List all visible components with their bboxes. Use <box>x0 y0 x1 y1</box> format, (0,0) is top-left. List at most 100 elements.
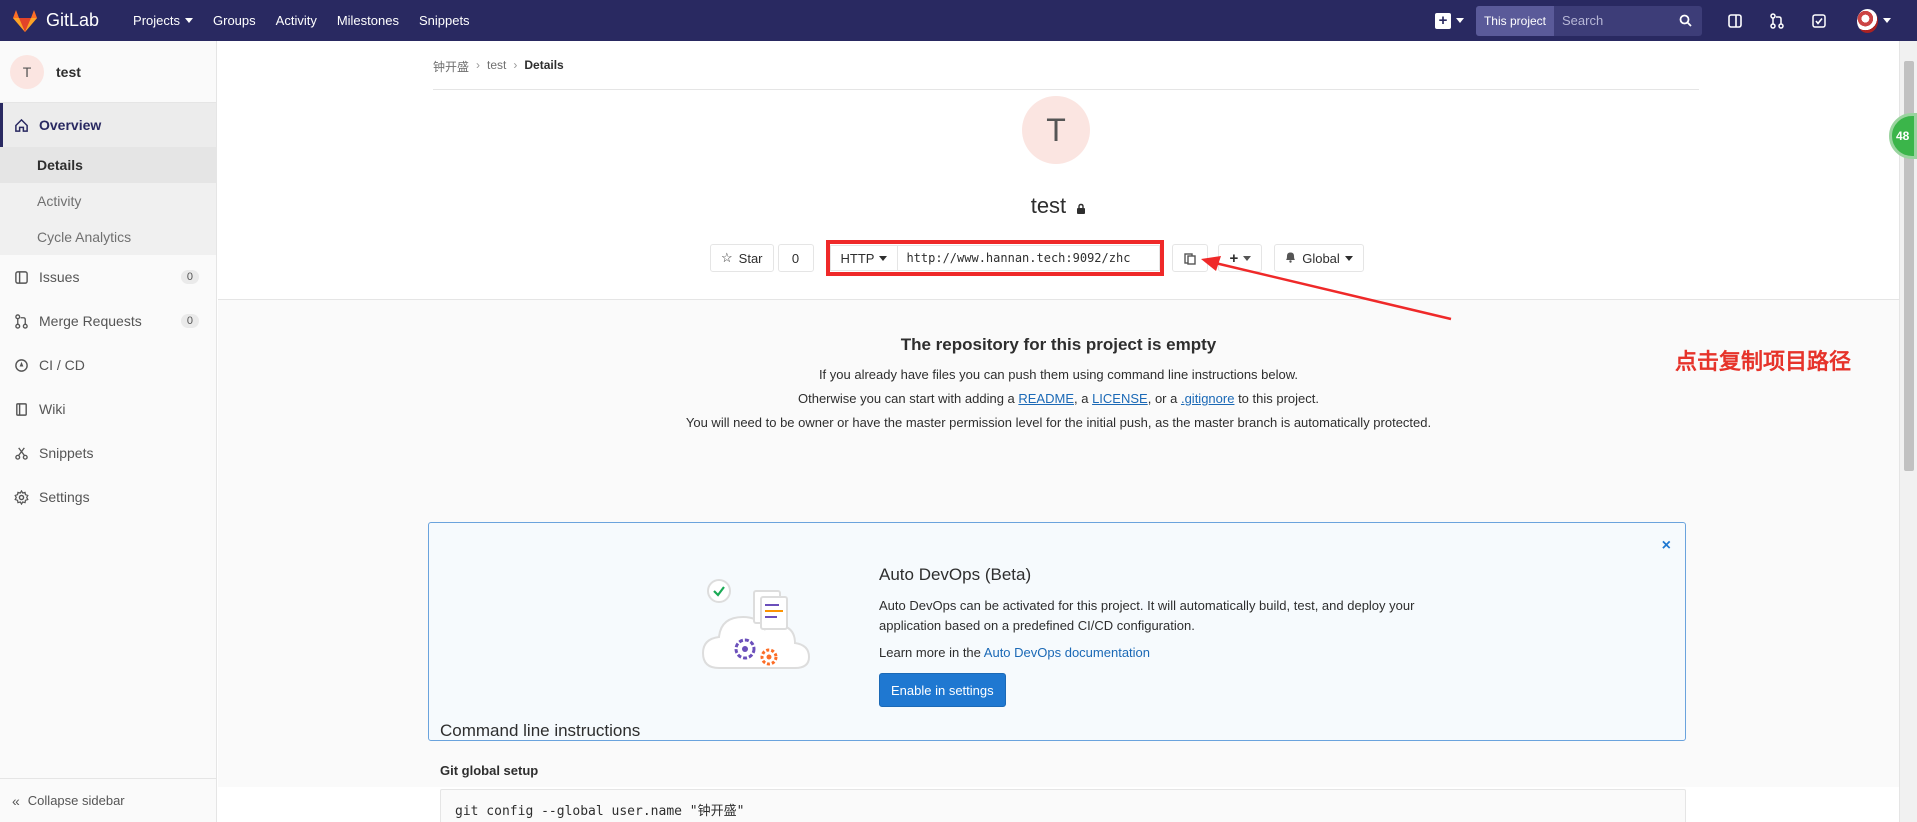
sidebar-subitem-cycle-analytics[interactable]: Cycle Analytics <box>0 219 216 255</box>
cli-code-block[interactable]: git config --global user.name "钟开盛" <box>440 789 1686 822</box>
sidebar-item-cicd[interactable]: CI / CD <box>0 343 216 387</box>
project-sidebar: T test Overview Details Activity Cycle A… <box>0 41 217 822</box>
gear-icon <box>12 488 30 506</box>
sidebar-project-header[interactable]: T test <box>0 41 216 103</box>
double-chevron-left-icon: « <box>12 792 20 809</box>
chevron-down-icon <box>1243 255 1252 261</box>
annotation-label: 点击复制项目路径 <box>1675 350 1852 375</box>
learn-more-text: Learn more in the <box>879 645 984 660</box>
empty-repo-line-1: If you already have files you can push t… <box>818 367 1299 382</box>
sidebar-item-merge-requests[interactable]: Merge Requests 0 <box>0 299 216 343</box>
project-title: test <box>218 193 1899 220</box>
chevron-down-icon <box>1455 18 1464 23</box>
sidebar-item-overview[interactable]: Overview <box>0 103 216 147</box>
git-global-setup-heading: Git global setup <box>440 763 539 778</box>
breadcrumb-item-namespace[interactable]: 钟开盛 <box>433 58 469 75</box>
project-actions: ☆ Star 0 HTTP http://www.hannan.tech:909… <box>710 240 1364 276</box>
home-icon <box>12 116 30 134</box>
chevron-right-icon: › <box>476 58 481 72</box>
bell-icon <box>1285 251 1296 266</box>
project-name: test <box>1030 193 1067 218</box>
enable-in-settings-button[interactable]: Enable in settings <box>879 673 1006 707</box>
sidebar-item-snippets[interactable]: Snippets <box>0 431 216 475</box>
merge-request-icon[interactable] <box>1767 11 1787 31</box>
collapse-sidebar-label: Collapse sidebar <box>27 793 125 808</box>
notification-dropdown[interactable]: Global <box>1274 244 1364 272</box>
empty-repo-text: Otherwise you can start with adding a <box>797 391 1019 406</box>
user-menu[interactable] <box>1851 8 1891 33</box>
sidebar-subitem-activity[interactable]: Activity <box>0 183 216 219</box>
merge-requests-count-badge: 0 <box>180 314 199 328</box>
rocket-icon <box>12 356 30 374</box>
sidebar-item-label: Overview <box>39 117 102 133</box>
empty-repo-text: , a <box>1074 391 1093 406</box>
chevron-down-icon <box>879 255 888 261</box>
plus-icon: + <box>1434 12 1451 29</box>
auto-devops-docs-link[interactable]: Auto DevOps documentation <box>984 645 1150 660</box>
gitignore-link[interactable]: .gitignore <box>1181 391 1234 406</box>
auto-devops-title: Auto DevOps (Beta) <box>879 565 1032 584</box>
empty-repo-line-2: Otherwise you can start with adding a RE… <box>218 391 1899 406</box>
search-scope-badge[interactable]: This project <box>1475 5 1554 36</box>
collapse-sidebar-button[interactable]: « Collapse sidebar <box>0 778 216 822</box>
sidebar-item-settings[interactable]: Settings <box>0 475 216 519</box>
sidebar-item-label: Issues <box>39 269 80 285</box>
sidebar-subitem-details[interactable]: Details <box>0 147 216 183</box>
chevron-right-icon: › <box>513 58 518 72</box>
sidebar-project-name: test <box>56 63 81 80</box>
devops-cloud-illustration <box>701 579 811 669</box>
empty-repo-title: The repository for this project is empty <box>900 335 1217 354</box>
empty-repo-line-3: You will need to be owner or have the ma… <box>685 415 1432 430</box>
license-link[interactable]: LICENSE <box>1092 391 1148 406</box>
nav-groups[interactable]: Groups <box>213 13 256 28</box>
clipboard-icon <box>1184 252 1197 265</box>
merge-request-icon <box>12 312 30 330</box>
lock-icon <box>1076 194 1086 220</box>
brand-name: GitLab <box>46 10 100 30</box>
sidebar-item-wiki[interactable]: Wiki <box>0 387 216 431</box>
nav-activity[interactable]: Activity <box>276 13 317 28</box>
issues-count-badge: 0 <box>180 270 199 284</box>
auto-devops-banner: × Auto DevOps (Beta) Auto DevOps can be … <box>428 522 1686 741</box>
top-navbar: GitLab Projects Groups Activity Mileston… <box>0 0 1917 41</box>
copy-url-button[interactable] <box>1172 244 1209 272</box>
breadcrumb-current[interactable]: Details <box>524 58 563 72</box>
search-input[interactable] <box>1554 5 1674 36</box>
nav-milestones[interactable]: Milestones <box>337 13 399 28</box>
project-hero-avatar: T <box>1022 96 1090 164</box>
gitlab-tanuki-icon <box>13 9 37 32</box>
sidebar-item-label: Snippets <box>39 445 94 461</box>
protocol-label: HTTP <box>840 250 875 266</box>
empty-repo-text: to this project. <box>1234 391 1319 406</box>
sidebar-item-issues[interactable]: Issues 0 <box>0 255 216 299</box>
star-count[interactable]: 0 <box>777 244 814 272</box>
chevron-down-icon <box>1883 18 1891 23</box>
nav-snippets[interactable]: Snippets <box>419 13 470 28</box>
overview-submenu: Details Activity Cycle Analytics <box>0 147 216 255</box>
plus-icon: + <box>1229 249 1239 267</box>
sidebar-toggle-icon[interactable] <box>1725 11 1745 31</box>
todo-check-icon[interactable] <box>1809 11 1829 31</box>
sidebar-item-label: Merge Requests <box>39 313 142 329</box>
notification-label: Global <box>1302 250 1340 266</box>
readme-link[interactable]: README <box>1018 391 1074 406</box>
gitlab-logo[interactable]: GitLab <box>12 9 99 33</box>
search-icon[interactable] <box>1674 14 1696 27</box>
new-dropdown-button[interactable]: + <box>1434 12 1464 29</box>
add-dropdown-button[interactable]: + <box>1218 244 1263 272</box>
sidebar-item-label: Settings <box>39 489 90 505</box>
star-button[interactable]: ☆ Star <box>710 244 774 272</box>
breadcrumb: 钟开盛 › test › Details <box>433 58 1699 90</box>
book-icon <box>12 400 30 418</box>
close-icon[interactable]: × <box>1662 537 1671 555</box>
sidebar-item-label: CI / CD <box>39 357 85 373</box>
star-icon: ☆ <box>721 250 733 265</box>
auto-devops-description: Auto DevOps can be activated for this pr… <box>879 598 1415 633</box>
clone-url-field[interactable]: http://www.hannan.tech:9092/zhc <box>898 245 1161 271</box>
star-label: Star <box>738 250 763 266</box>
breadcrumb-item-project[interactable]: test <box>487 58 506 72</box>
issues-icon <box>12 268 30 286</box>
empty-repo-text: , or a <box>1147 391 1181 406</box>
protocol-dropdown[interactable]: HTTP <box>829 245 899 271</box>
nav-projects[interactable]: Projects <box>133 13 194 28</box>
